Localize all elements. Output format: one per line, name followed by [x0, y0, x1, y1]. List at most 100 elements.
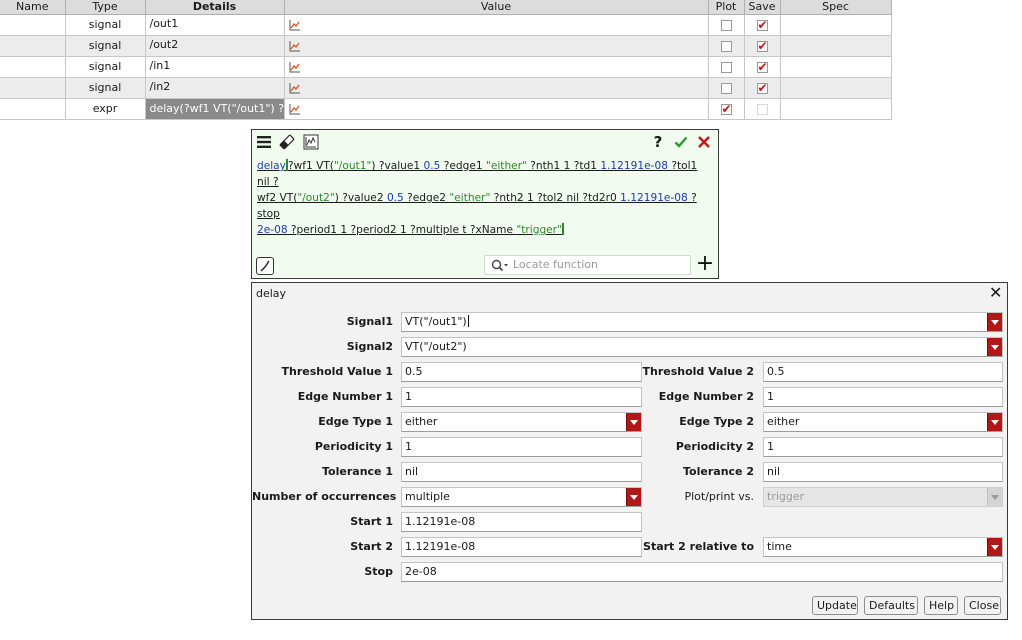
row-spec-cell[interactable] — [780, 98, 892, 120]
periodicity-1-field[interactable]: 1 — [401, 437, 642, 457]
threshold-value-2-field[interactable]: 0.5 — [763, 362, 1003, 382]
tolerance-2-field[interactable]: nil — [763, 462, 1003, 482]
row-name-cell[interactable] — [0, 35, 66, 57]
column-header-plot[interactable]: Plot — [708, 0, 745, 15]
table-row[interactable]: signal /in2 ✔ — [0, 77, 892, 99]
row-details-cell[interactable]: /out1 — [145, 14, 285, 36]
waveform-icon[interactable] — [289, 61, 301, 73]
row-name-cell[interactable] — [0, 56, 66, 78]
table-row[interactable]: signal /out1 ✔ — [0, 14, 892, 36]
row-spec-cell[interactable] — [780, 56, 892, 78]
row-save-cell[interactable]: ✔ — [744, 56, 781, 78]
plot-checkbox[interactable]: ✔ — [720, 103, 732, 115]
row-save-cell[interactable]: ✔ — [744, 14, 781, 36]
table-row[interactable]: expr delay(?wf1 VT("/out1") ?... ✔ — [0, 98, 892, 120]
row-value-cell[interactable] — [284, 77, 709, 99]
waveform-tool-icon[interactable] — [303, 134, 319, 150]
column-header-spec[interactable]: Spec — [780, 0, 892, 15]
column-header-type[interactable]: Type — [65, 0, 146, 15]
signal2-combobox[interactable]: VT("/out2") — [401, 337, 1003, 357]
row-plot-cell[interactable] — [708, 14, 745, 36]
row-details-cell[interactable]: /in1 — [145, 56, 285, 78]
row-type-cell[interactable]: signal — [65, 14, 146, 36]
row-value-cell[interactable] — [284, 98, 709, 120]
row-save-cell[interactable]: ✔ — [744, 77, 781, 99]
edge-number-2-field[interactable]: 1 — [763, 387, 1003, 407]
start-2-relative-to-select[interactable]: time — [763, 537, 1003, 557]
waveform-icon[interactable] — [289, 40, 301, 52]
dropdown-arrow-icon[interactable] — [987, 413, 1002, 431]
update-button[interactable]: Update — [812, 596, 858, 615]
column-header-save[interactable]: Save — [744, 0, 781, 15]
row-value-cell[interactable] — [284, 56, 709, 78]
plot-checkbox[interactable] — [720, 61, 732, 73]
row-plot-cell[interactable] — [708, 77, 745, 99]
save-checkbox[interactable]: ✔ — [756, 61, 768, 73]
save-checkbox[interactable]: ✔ — [756, 82, 768, 94]
waveform-icon[interactable] — [289, 82, 301, 94]
start-1-field[interactable]: 1.12191e-08 — [401, 512, 642, 532]
dropdown-arrow-icon[interactable] — [626, 488, 641, 506]
row-spec-cell[interactable] — [780, 77, 892, 99]
row-name-cell[interactable] — [0, 98, 66, 120]
waveform-icon[interactable] — [289, 19, 301, 31]
close-button[interactable]: Close — [964, 596, 1001, 615]
row-type-cell[interactable]: signal — [65, 77, 146, 99]
accept-check-icon[interactable] — [673, 134, 689, 150]
help-icon[interactable]: ? — [650, 134, 666, 150]
plot-checkbox[interactable] — [720, 19, 732, 31]
number-of-occurrences-select[interactable]: multiple — [401, 487, 642, 507]
periodicity-2-field[interactable]: 1 — [763, 437, 1003, 457]
add-plus-icon[interactable]: + — [695, 253, 715, 275]
column-header-details[interactable]: Details — [145, 0, 285, 15]
row-value-cell[interactable] — [284, 14, 709, 36]
cancel-x-icon[interactable] — [696, 134, 712, 150]
row-value-cell[interactable] — [284, 35, 709, 57]
row-name-cell[interactable] — [0, 14, 66, 36]
row-save-cell[interactable] — [744, 98, 781, 120]
plot-checkbox[interactable] — [720, 82, 732, 94]
dropdown-arrow-icon[interactable] — [626, 413, 641, 431]
row-details-cell-selected[interactable]: delay(?wf1 VT("/out1") ?... — [145, 98, 285, 120]
plot-checkbox[interactable] — [720, 40, 732, 52]
row-details-cell[interactable]: /out2 — [145, 35, 285, 57]
row-plot-cell[interactable]: ✔ — [708, 98, 745, 120]
row-details-cell[interactable]: /in2 — [145, 77, 285, 99]
row-type-cell[interactable]: signal — [65, 56, 146, 78]
close-icon[interactable]: ✕ — [989, 285, 1002, 301]
edge-type-2-select[interactable]: either — [763, 412, 1003, 432]
row-plot-cell[interactable] — [708, 35, 745, 57]
save-checkbox[interactable]: ✔ — [756, 40, 768, 52]
edge-type-1-select[interactable]: either — [401, 412, 642, 432]
waveform-icon[interactable] — [289, 103, 301, 115]
dropdown-arrow-icon[interactable] — [987, 313, 1002, 331]
row-type-cell[interactable]: expr — [65, 98, 146, 120]
save-checkbox[interactable]: ✔ — [756, 19, 768, 31]
table-row[interactable]: signal /in1 ✔ — [0, 56, 892, 78]
expression-text[interactable]: delay ?wf1 VT("/out1") ?value1 0.5 ?edge1… — [257, 158, 705, 238]
menu-icon[interactable] — [256, 134, 272, 150]
column-header-name[interactable]: Name — [0, 0, 66, 15]
locate-function-input[interactable]: Locate function — [484, 255, 691, 275]
row-name-cell[interactable] — [0, 77, 66, 99]
defaults-button[interactable]: Defaults — [864, 596, 918, 615]
save-checkbox[interactable] — [756, 103, 768, 115]
row-type-cell[interactable]: signal — [65, 35, 146, 57]
help-button[interactable]: Help — [924, 596, 958, 615]
dropdown-arrow-icon[interactable] — [987, 338, 1002, 356]
row-save-cell[interactable]: ✔ — [744, 35, 781, 57]
row-spec-cell[interactable] — [780, 14, 892, 36]
row-spec-cell[interactable] — [780, 35, 892, 57]
edge-number-1-field[interactable]: 1 — [401, 387, 642, 407]
eraser-icon[interactable] — [279, 134, 295, 150]
history-clock-icon[interactable] — [256, 257, 274, 275]
row-plot-cell[interactable] — [708, 56, 745, 78]
column-header-value[interactable]: Value — [284, 0, 709, 15]
start-2-field[interactable]: 1.12191e-08 — [401, 537, 642, 557]
signal1-combobox[interactable]: VT("/out1") — [401, 312, 1003, 332]
threshold-value-1-field[interactable]: 0.5 — [401, 362, 642, 382]
dropdown-arrow-icon[interactable] — [987, 538, 1002, 556]
stop-field[interactable]: 2e-08 — [401, 562, 1003, 582]
tolerance-1-field[interactable]: nil — [401, 462, 642, 482]
table-row[interactable]: signal /out2 ✔ — [0, 35, 892, 57]
